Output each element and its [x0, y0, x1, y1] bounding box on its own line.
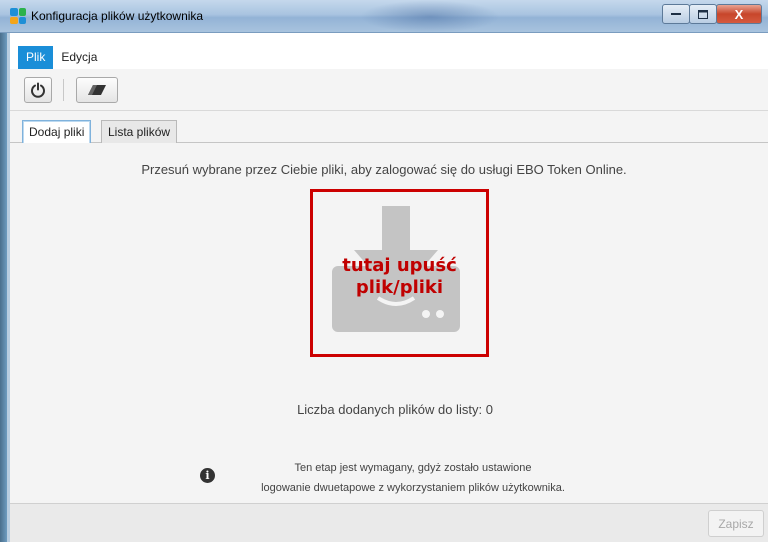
- maximize-button[interactable]: [689, 4, 717, 24]
- drop-zone-label: tutaj upuść plik/pliki: [313, 255, 486, 299]
- close-button[interactable]: X: [716, 4, 762, 24]
- bottom-bar: Zapisz: [10, 503, 768, 542]
- file-count-value: 0: [485, 402, 493, 417]
- minimize-icon: [671, 13, 681, 15]
- menu-bar: Plik Edycja: [10, 46, 768, 69]
- menu-item-edycja[interactable]: Edycja: [53, 46, 105, 69]
- window-left-border: [0, 33, 7, 542]
- window-title: Konfiguracja plików użytkownika: [31, 9, 204, 23]
- info-text-line2: logowanie dwuetapowe z wykorzystaniem pl…: [261, 482, 565, 494]
- minimize-button[interactable]: [662, 4, 690, 24]
- info-text-line1: Ten etap jest wymagany, gdyż zostało ust…: [294, 462, 532, 474]
- info-notice: i Ten etap jest wymagany, gdyż zostało u…: [200, 458, 620, 498]
- title-bar[interactable]: Konfiguracja plików użytkownika X: [0, 0, 768, 33]
- tab-lista-plikow[interactable]: Lista plików: [101, 120, 178, 144]
- menu-item-plik[interactable]: Plik: [18, 46, 54, 69]
- eraser-icon: [88, 85, 106, 95]
- close-icon: X: [734, 6, 744, 22]
- file-count-row: Liczba dodanych plików do listy: 0: [0, 402, 768, 417]
- file-count-label: Liczba dodanych plików do listy:: [297, 402, 483, 417]
- app-window: Konfiguracja plików użytkownika X Plik E…: [0, 0, 768, 542]
- save-button[interactable]: Zapisz: [708, 510, 764, 537]
- info-text: Ten etap jest wymagany, gdyż zostało ust…: [218, 458, 608, 498]
- maximize-icon: [698, 9, 708, 19]
- app-icon: [10, 8, 26, 24]
- toolbar: [10, 69, 768, 111]
- instruction-text: Przesuń wybrane przez Ciebie pliki, aby …: [141, 162, 627, 177]
- tab-bar: Dodaj pliki Lista plików: [10, 111, 768, 145]
- power-button[interactable]: [24, 77, 52, 103]
- toolbar-separator: [63, 79, 64, 101]
- file-drop-zone[interactable]: tutaj upuść plik/pliki: [310, 189, 489, 357]
- power-icon: [31, 82, 45, 98]
- drop-zone-label-line1: tutaj upuść: [342, 255, 457, 276]
- window-controls: X: [662, 4, 762, 24]
- tab-dodaj-pliki[interactable]: Dodaj pliki: [22, 120, 92, 145]
- eraser-button[interactable]: [76, 77, 118, 103]
- drop-zone-label-line2: plik/pliki: [355, 277, 444, 298]
- info-icon: i: [200, 468, 215, 483]
